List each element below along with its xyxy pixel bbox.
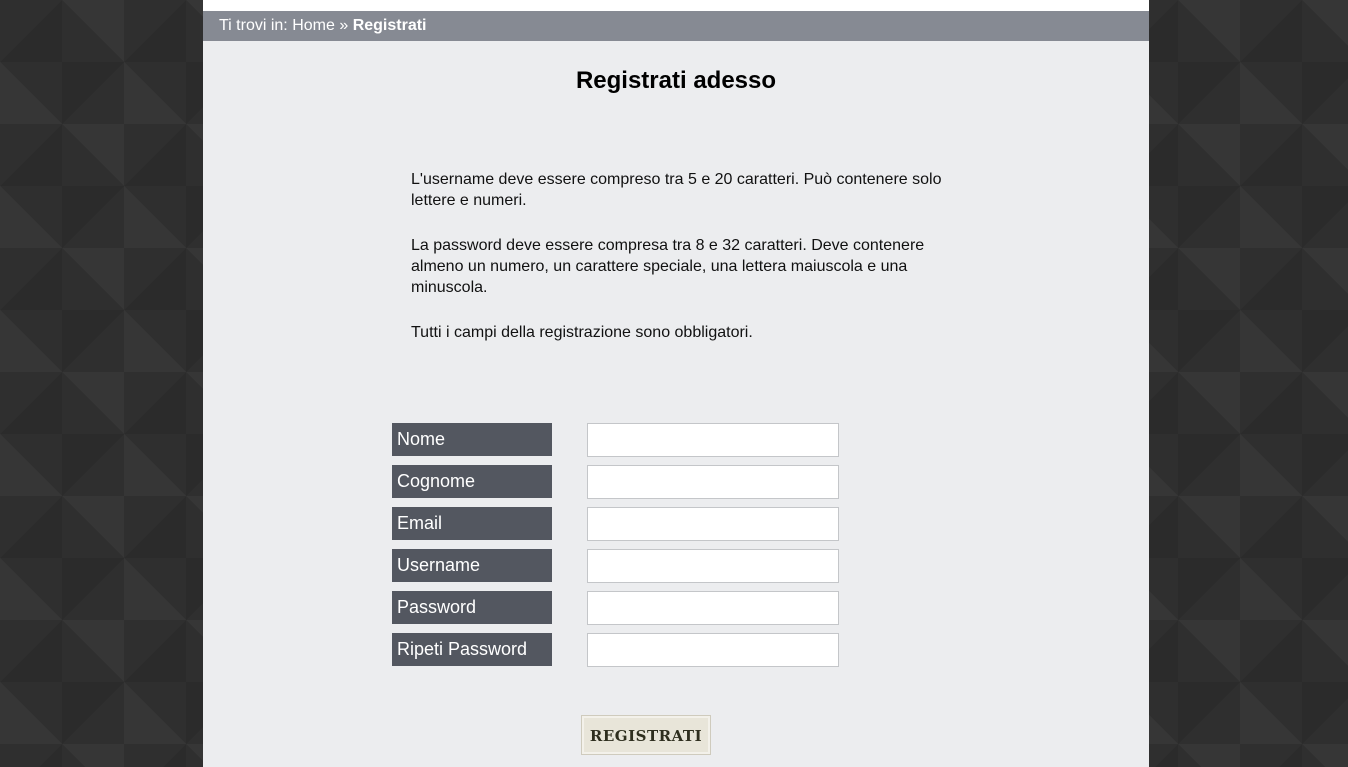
cognome-label: Cognome (392, 465, 552, 498)
form-row-password: Password (392, 591, 852, 625)
breadcrumb-home-link[interactable]: Home (292, 17, 335, 34)
username-rule: L'username deve essere compreso tra 5 e … (411, 171, 942, 209)
email-label: Email (392, 507, 552, 540)
username-input[interactable] (587, 549, 839, 583)
breadcrumb-current: Registrati (352, 17, 427, 34)
form-row-username: Username (392, 549, 852, 583)
form-row-nome: Nome (392, 423, 852, 457)
top-strip (203, 0, 1149, 11)
register-button[interactable]: REGISTRATI (581, 715, 711, 755)
repeat-password-input[interactable] (587, 633, 839, 667)
required-fields-note: Tutti i campi della registrazione sono o… (411, 324, 753, 341)
registration-rules: L'username deve essere compreso tra 5 e … (411, 169, 951, 367)
username-label: Username (392, 549, 552, 582)
password-label: Password (392, 591, 552, 624)
form-row-repeat-password: Ripeti Password (392, 633, 852, 667)
nome-input[interactable] (587, 423, 839, 457)
breadcrumb-separator: » (339, 17, 349, 34)
email-input[interactable] (587, 507, 839, 541)
repeat-password-label: Ripeti Password (392, 633, 552, 666)
nome-label: Nome (392, 423, 552, 456)
form-row-email: Email (392, 507, 852, 541)
page-title: Registrati adesso (575, 67, 777, 94)
breadcrumb: Ti trovi in: Home » Registrati (203, 11, 1149, 41)
form-row-cognome: Cognome (392, 465, 852, 499)
cognome-input[interactable] (587, 465, 839, 499)
content-panel: Ti trovi in: Home » Registrati Registrat… (203, 0, 1149, 767)
password-rule: La password deve essere compresa tra 8 e… (411, 237, 925, 296)
breadcrumb-prefix: Ti trovi in: (219, 17, 288, 34)
password-input[interactable] (587, 591, 839, 625)
